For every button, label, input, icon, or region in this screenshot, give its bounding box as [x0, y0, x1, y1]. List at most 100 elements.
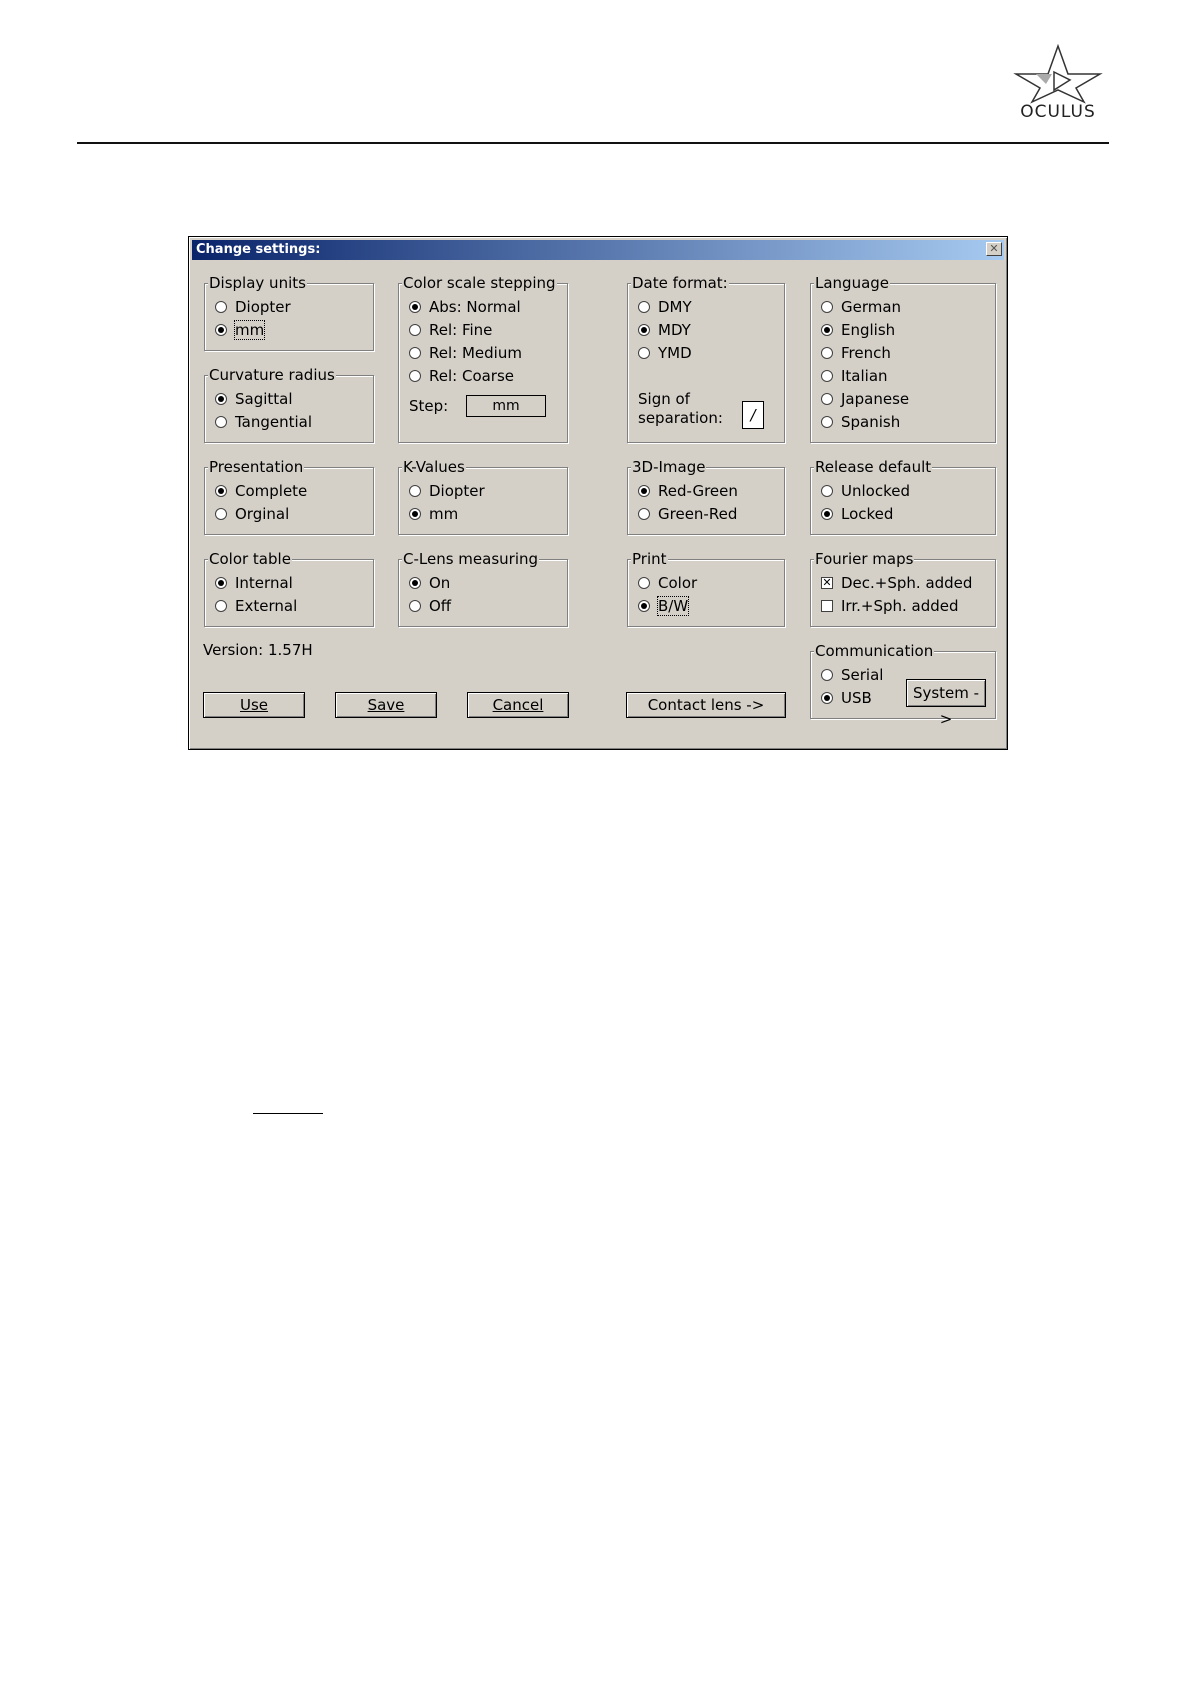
contact-lens-button[interactable]: Contact lens -> [626, 692, 786, 718]
radio-icon[interactable] [821, 416, 833, 428]
radio-icon[interactable] [821, 324, 833, 336]
radio-usb[interactable]: USB [821, 688, 872, 708]
radio-spanish[interactable]: Spanish [821, 412, 900, 432]
radio-icon[interactable] [409, 485, 421, 497]
close-icon: ✕ [989, 242, 999, 255]
option-label: Irr.+Sph. added [841, 597, 959, 615]
radio-italian[interactable]: Italian [821, 366, 888, 386]
radio-green-red[interactable]: Green-Red [638, 504, 737, 524]
radio-icon[interactable] [638, 600, 650, 612]
radio-french[interactable]: French [821, 343, 891, 363]
group-label: K-Values [402, 458, 466, 476]
radio-english[interactable]: English [821, 320, 895, 340]
radio-complete[interactable]: Complete [215, 481, 307, 501]
radio-icon[interactable] [638, 301, 650, 313]
radio-mm[interactable]: mm [215, 320, 266, 340]
oculus-star-icon [1013, 44, 1103, 104]
checkbox-dec-sph[interactable]: ✕ Dec.+Sph. added [821, 573, 972, 593]
radio-bw[interactable]: B/W [638, 596, 690, 616]
radio-tangential[interactable]: Tangential [215, 412, 312, 432]
close-button[interactable]: ✕ [986, 242, 1002, 256]
radio-icon[interactable] [821, 370, 833, 382]
radio-japanese[interactable]: Japanese [821, 389, 909, 409]
radio-icon[interactable] [821, 692, 833, 704]
option-label: Off [429, 597, 452, 615]
radio-external[interactable]: External [215, 596, 297, 616]
radio-icon[interactable] [409, 324, 421, 336]
system-button[interactable]: System -> [906, 679, 986, 728]
radio-k-diopter[interactable]: Diopter [409, 481, 485, 501]
radio-internal[interactable]: Internal [215, 573, 293, 593]
radio-icon[interactable] [409, 600, 421, 612]
3d-image-group: 3D-Image Red-Green Green-Red [627, 458, 785, 535]
radio-serial[interactable]: Serial [821, 665, 883, 685]
radio-icon[interactable] [638, 508, 650, 520]
checkbox-checked-icon[interactable]: ✕ [821, 577, 833, 589]
radio-orginal[interactable]: Orginal [215, 504, 289, 524]
radio-off[interactable]: Off [409, 596, 451, 616]
option-label: On [429, 574, 451, 592]
display-units-group: Display units Diopter mm [204, 274, 374, 351]
radio-icon[interactable] [409, 347, 421, 359]
use-button[interactable]: Use [203, 692, 305, 718]
radio-german[interactable]: German [821, 297, 901, 317]
radio-icon[interactable] [821, 393, 833, 405]
radio-icon[interactable] [215, 600, 227, 612]
dialog-title: Change settings: [196, 242, 321, 257]
radio-ymd[interactable]: YMD [638, 343, 692, 363]
radio-icon[interactable] [821, 301, 833, 313]
radio-on[interactable]: On [409, 573, 450, 593]
option-label: Diopter [235, 298, 291, 316]
radio-dmy[interactable]: DMY [638, 297, 692, 317]
radio-icon[interactable] [409, 301, 421, 313]
option-label: Spanish [841, 413, 901, 431]
radio-icon[interactable] [821, 669, 833, 681]
radio-locked[interactable]: Locked [821, 504, 893, 524]
radio-icon[interactable] [638, 347, 650, 359]
radio-icon[interactable] [215, 416, 227, 428]
radio-icon[interactable] [821, 508, 833, 520]
radio-rel-fine[interactable]: Rel: Fine [409, 320, 492, 340]
radio-icon[interactable] [215, 508, 227, 520]
radio-rel-medium[interactable]: Rel: Medium [409, 343, 522, 363]
radio-abs-normal[interactable]: Abs: Normal [409, 297, 521, 317]
save-button[interactable]: Save [335, 692, 437, 718]
radio-icon[interactable] [215, 485, 227, 497]
title-bar[interactable]: Change settings: ✕ [192, 240, 1004, 260]
option-label: Abs: Normal [429, 298, 521, 316]
group-label: Color scale stepping [402, 274, 557, 292]
radio-icon[interactable] [409, 370, 421, 382]
cancel-button[interactable]: Cancel [467, 692, 569, 718]
radio-icon[interactable] [215, 324, 227, 336]
group-label: 3D-Image [631, 458, 707, 476]
step-unit-button[interactable]: mm [466, 395, 546, 417]
radio-red-green[interactable]: Red-Green [638, 481, 738, 501]
radio-icon[interactable] [215, 577, 227, 589]
radio-icon[interactable] [215, 301, 227, 313]
radio-diopter[interactable]: Diopter [215, 297, 291, 317]
option-label: MDY [658, 321, 691, 339]
radio-icon[interactable] [821, 485, 833, 497]
radio-icon[interactable] [215, 393, 227, 405]
checkbox-irr-sph[interactable]: Irr.+Sph. added [821, 596, 959, 616]
radio-icon[interactable] [638, 485, 650, 497]
radio-icon[interactable] [638, 577, 650, 589]
radio-rel-coarse[interactable]: Rel: Coarse [409, 366, 514, 386]
radio-icon[interactable] [821, 347, 833, 359]
option-label: Green-Red [658, 505, 738, 523]
checkbox-icon[interactable] [821, 600, 833, 612]
option-label: Diopter [429, 482, 485, 500]
radio-color[interactable]: Color [638, 573, 697, 593]
radio-icon[interactable] [409, 577, 421, 589]
radio-k-mm[interactable]: mm [409, 504, 458, 524]
radio-icon[interactable] [409, 508, 421, 520]
option-label: Serial [841, 666, 884, 684]
radio-mdy[interactable]: MDY [638, 320, 691, 340]
radio-sagittal[interactable]: Sagittal [215, 389, 293, 409]
option-label: French [841, 344, 891, 362]
radio-unlocked[interactable]: Unlocked [821, 481, 910, 501]
sign-of-label: Sign of [638, 390, 690, 408]
radio-icon[interactable] [638, 324, 650, 336]
separator-input[interactable]: / [742, 401, 764, 429]
communication-group: Communication Serial USB System -> [810, 642, 996, 728]
